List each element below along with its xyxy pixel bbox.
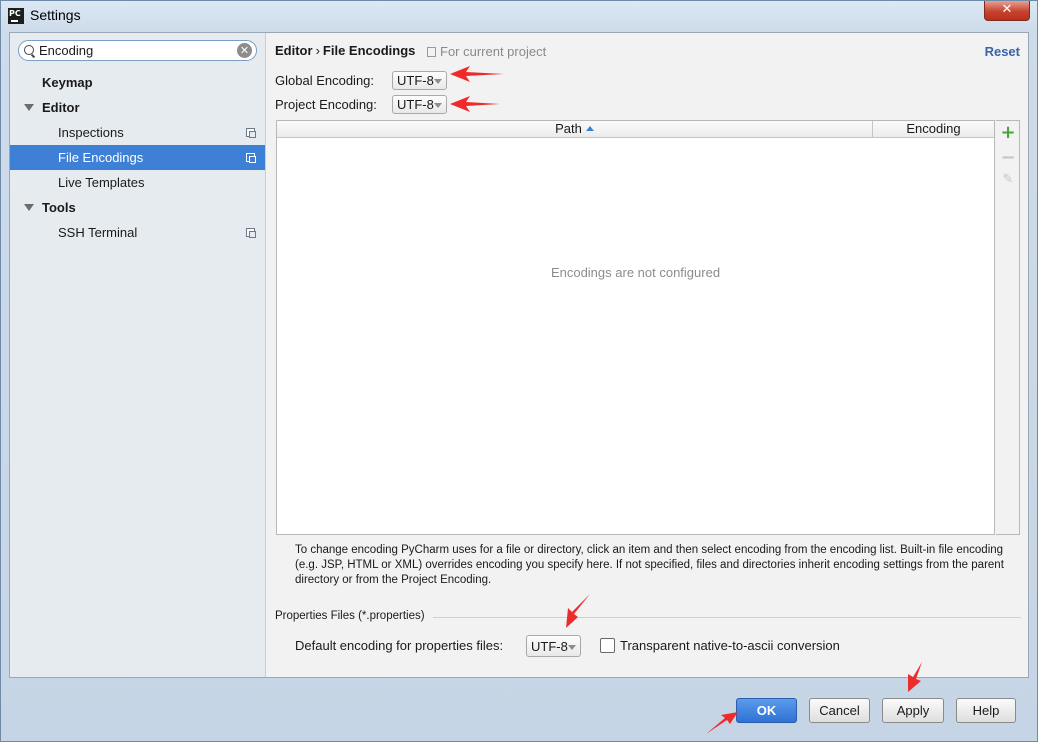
sort-ascending-icon [585,126,594,131]
settings-sidebar: Encoding ✕ Keymap Editor Inspections Fil… [10,33,266,677]
reset-link[interactable]: Reset [985,44,1020,59]
encoding-help-text: To change encoding PyCharm uses for a fi… [295,544,1004,586]
project-settings-icon [427,47,436,57]
search-icon [24,45,34,55]
transparent-conversion-checkbox[interactable] [600,638,615,653]
clear-search-icon[interactable]: ✕ [237,43,252,58]
file-encodings-panel: Editor › File Encodings For current projec… [266,33,1028,677]
sidebar-item-ssh-terminal[interactable]: SSH Terminal [10,220,265,245]
properties-default-label: Default encoding for properties files: [295,638,504,653]
dropdown-arrow-icon [568,645,576,650]
cancel-button[interactable]: Cancel [809,698,870,723]
project-encoding-select[interactable]: UTF-8 [392,95,447,114]
close-button[interactable]: ✕ [984,1,1030,21]
dialog-body: Encoding ✕ Keymap Editor Inspections Fil… [9,32,1029,678]
column-header-encoding[interactable]: Encoding [873,121,994,137]
apply-button[interactable]: Apply [882,698,944,723]
sidebar-item-tools[interactable]: Tools [10,195,265,220]
search-value: Encoding [39,43,94,58]
empty-table-message: Encodings are not configured [550,265,721,280]
sidebar-item-inspections[interactable]: Inspections [10,120,265,145]
table-toolbar: + − ✎ [996,120,1020,535]
global-encoding-label: Global Encoding: [275,73,375,88]
help-button[interactable]: Help [956,698,1016,723]
breadcrumb: Editor › File Encodings [275,43,416,58]
group-divider [433,617,1021,618]
search-input[interactable]: Encoding ✕ [18,40,257,61]
dropdown-arrow-icon [434,79,442,84]
expand-triangle-icon[interactable] [24,104,34,111]
close-icon: ✕ [1001,2,1013,17]
sidebar-item-file-encodings[interactable]: File Encodings [10,145,265,170]
remove-icon[interactable]: − [999,147,1017,168]
transparent-conversion-label[interactable]: Transparent native-to-ascii conversion [620,638,840,653]
settings-window: PC Settings ✕ Encoding ✕ Keymap Editor I… [0,0,1038,742]
global-encoding-select[interactable]: UTF-8 [392,71,447,90]
pycharm-app-icon: PC [8,8,24,24]
properties-encoding-select[interactable]: UTF-8 [526,635,581,657]
window-title: Settings [30,7,81,23]
ok-button[interactable]: OK [736,698,797,723]
sidebar-item-keymap[interactable]: Keymap [10,70,265,95]
breadcrumb-file-encodings: File Encodings [322,43,416,58]
project-encoding-label: Project Encoding: [275,97,377,112]
encodings-table[interactable]: Path Encoding Encodings are not configur… [276,120,995,535]
add-icon[interactable]: + [999,122,1017,143]
project-settings-icon [246,128,256,138]
table-header: Path Encoding [277,121,994,138]
scope-note: For current project [427,44,546,59]
expand-triangle-icon[interactable] [24,204,34,211]
project-settings-icon [246,153,256,163]
breadcrumb-editor: Editor [275,43,313,58]
edit-icon[interactable]: ✎ [999,172,1017,190]
column-header-path[interactable]: Path [277,121,873,137]
properties-group-title: Properties Files (*.properties) [275,610,425,622]
dropdown-arrow-icon [434,103,442,108]
sidebar-item-editor[interactable]: Editor [10,95,265,120]
title-bar[interactable]: PC Settings ✕ [1,1,1037,31]
project-settings-icon [246,228,256,238]
sidebar-item-live-templates[interactable]: Live Templates [10,170,265,195]
